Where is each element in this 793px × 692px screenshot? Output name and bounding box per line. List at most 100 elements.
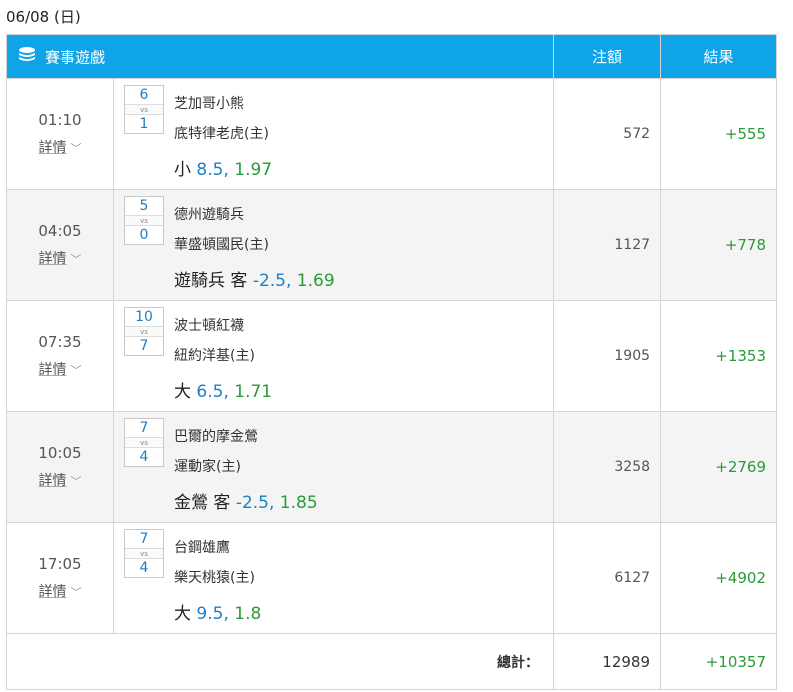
details-link[interactable]: 詳情 ﹀ xyxy=(39,137,82,157)
stake-cell: 6127 xyxy=(553,522,662,634)
details-link[interactable]: 詳情 ﹀ xyxy=(39,470,82,490)
time-cell: 10:05 詳情 ﹀ xyxy=(6,411,114,523)
bet-history-table: 賽事遊戲 注額 結果 01:10 詳情 ﹀ 6 vs 1 芝加哥小熊 底特律老虎(… xyxy=(5,34,778,690)
match-time: 10:05 xyxy=(38,444,82,462)
game-column-header: 賽事遊戲 xyxy=(5,34,555,79)
time-cell: 01:10 詳情 ﹀ xyxy=(6,78,114,190)
score-away: 7 xyxy=(139,338,149,354)
team-1: 波士頓紅襪 xyxy=(174,318,244,334)
match-time: 07:35 xyxy=(38,333,82,351)
score-box: 7 vs 4 xyxy=(124,529,164,578)
match-row: 10:05 詳情 ﹀ 7 vs 4 巴爾的摩金鶯 運動家(主) 金鶯 客 -2.5… xyxy=(6,411,778,523)
team-1: 台鋼雄鷹 xyxy=(174,540,230,556)
bet-pick: 金鶯 客 xyxy=(174,493,231,513)
total-result: +10357 xyxy=(660,633,778,690)
stake-cell: 1127 xyxy=(553,189,662,301)
bet-selection: 金鶯 客 -2.5, 1.85 xyxy=(174,488,318,513)
bet-selection: 小 8.5, 1.97 xyxy=(174,155,272,180)
details-label: 詳情 xyxy=(38,584,67,600)
result-cell: +1353 xyxy=(660,300,778,412)
table-header-row: 賽事遊戲 注額 結果 xyxy=(5,34,778,79)
chevron-down-icon: ﹀ xyxy=(70,253,82,266)
details-label: 詳情 xyxy=(38,362,67,378)
details-label: 詳情 xyxy=(38,140,67,156)
stake-cell: 572 xyxy=(553,78,662,190)
stake-cell: 3258 xyxy=(553,411,662,523)
stake-column-header: 注額 xyxy=(553,34,662,79)
chevron-down-icon: ﹀ xyxy=(70,586,82,599)
details-link[interactable]: 詳情 ﹀ xyxy=(39,359,82,379)
score-box: 6 vs 1 xyxy=(124,85,164,134)
score-home: 10 xyxy=(135,309,153,325)
team-2: 紐約洋基(主) xyxy=(174,348,255,364)
time-cell: 04:05 詳情 ﹀ xyxy=(6,189,114,301)
bet-odds: 1.97 xyxy=(234,160,273,180)
bet-line: -2.5, xyxy=(235,493,275,513)
details-label: 詳情 xyxy=(38,473,67,489)
bet-pick: 小 xyxy=(174,160,191,180)
match-cell: 7 vs 4 台鋼雄鷹 樂天桃猿(主) 大 9.5, 1.8 xyxy=(112,522,555,634)
time-cell: 17:05 詳情 ﹀ xyxy=(6,522,114,634)
total-row: 總計： 12989 +10357 xyxy=(5,633,778,690)
score-home: 6 xyxy=(139,87,149,103)
details-label: 詳情 xyxy=(38,251,67,267)
bet-selection: 遊騎兵 客 -2.5, 1.69 xyxy=(174,266,335,291)
bet-selection: 大 9.5, 1.8 xyxy=(174,599,261,624)
match-time: 17:05 xyxy=(38,555,82,573)
match-row: 04:05 詳情 ﹀ 5 vs 0 德州遊騎兵 華盛頓國民(主) 遊騎兵 客 -2… xyxy=(6,189,778,301)
match-row: 07:35 詳情 ﹀ 10 vs 7 波士頓紅襪 紐約洋基(主) 大 6.5, 1… xyxy=(6,300,778,412)
result-cell: +555 xyxy=(660,78,778,190)
bet-odds: 1.71 xyxy=(234,382,273,402)
bet-line: 9.5, xyxy=(196,604,229,624)
match-row: 01:10 詳情 ﹀ 6 vs 1 芝加哥小熊 底特律老虎(主) 小 8.5, 1… xyxy=(6,78,778,190)
bet-line: 6.5, xyxy=(196,382,229,402)
match-cell: 10 vs 7 波士頓紅襪 紐約洋基(主) 大 6.5, 1.71 xyxy=(112,300,555,412)
team-2: 底特律老虎(主) xyxy=(174,126,269,142)
bet-odds: 1.69 xyxy=(296,271,335,291)
result-column-header: 結果 xyxy=(660,34,778,79)
score-away: 4 xyxy=(139,449,149,465)
team-2: 樂天桃猿(主) xyxy=(174,570,255,586)
score-home: 7 xyxy=(139,420,149,436)
match-cell: 5 vs 0 德州遊騎兵 華盛頓國民(主) 遊騎兵 客 -2.5, 1.69 xyxy=(112,189,555,301)
bet-line: -2.5, xyxy=(252,271,292,291)
match-cell: 7 vs 4 巴爾的摩金鶯 運動家(主) 金鶯 客 -2.5, 1.85 xyxy=(112,411,555,523)
match-cell: 6 vs 1 芝加哥小熊 底特律老虎(主) 小 8.5, 1.97 xyxy=(112,78,555,190)
vs-label: vs xyxy=(125,215,163,226)
bet-selection: 大 6.5, 1.71 xyxy=(174,377,272,402)
score-away: 1 xyxy=(139,116,149,132)
total-stake: 12989 xyxy=(553,633,662,690)
date-header: 06/08 (日) xyxy=(6,8,81,26)
time-cell: 07:35 詳情 ﹀ xyxy=(6,300,114,412)
bet-pick: 大 xyxy=(174,604,191,624)
bet-pick: 大 xyxy=(174,382,191,402)
score-box: 5 vs 0 xyxy=(124,196,164,245)
result-cell: +2769 xyxy=(660,411,778,523)
bet-odds: 1.85 xyxy=(279,493,318,513)
bet-odds: 1.8 xyxy=(234,604,262,624)
score-box: 7 vs 4 xyxy=(124,418,164,467)
vs-label: vs xyxy=(125,326,163,337)
match-time: 01:10 xyxy=(38,111,82,129)
match-time: 04:05 xyxy=(38,222,82,240)
match-row: 17:05 詳情 ﹀ 7 vs 4 台鋼雄鷹 樂天桃猿(主) 大 9.5, 1.8… xyxy=(6,522,778,634)
result-cell: +4902 xyxy=(660,522,778,634)
vs-label: vs xyxy=(125,548,163,559)
score-away: 4 xyxy=(139,560,149,576)
chevron-down-icon: ﹀ xyxy=(70,475,82,488)
score-away: 0 xyxy=(139,227,149,243)
team-1: 芝加哥小熊 xyxy=(174,96,244,112)
score-box: 10 vs 7 xyxy=(124,307,164,356)
vs-label: vs xyxy=(125,437,163,448)
score-home: 5 xyxy=(139,198,149,214)
chevron-down-icon: ﹀ xyxy=(70,142,82,155)
team-2: 運動家(主) xyxy=(174,459,241,475)
details-link[interactable]: 詳情 ﹀ xyxy=(39,581,82,601)
total-label: 總計： xyxy=(5,633,555,690)
bet-line: 8.5, xyxy=(196,160,229,180)
stake-cell: 1905 xyxy=(553,300,662,412)
team-2: 華盛頓國民(主) xyxy=(174,237,269,253)
details-link[interactable]: 詳情 ﹀ xyxy=(39,248,82,268)
game-header-label: 賽事遊戲 xyxy=(45,48,106,66)
coin-stack-icon xyxy=(17,45,37,69)
